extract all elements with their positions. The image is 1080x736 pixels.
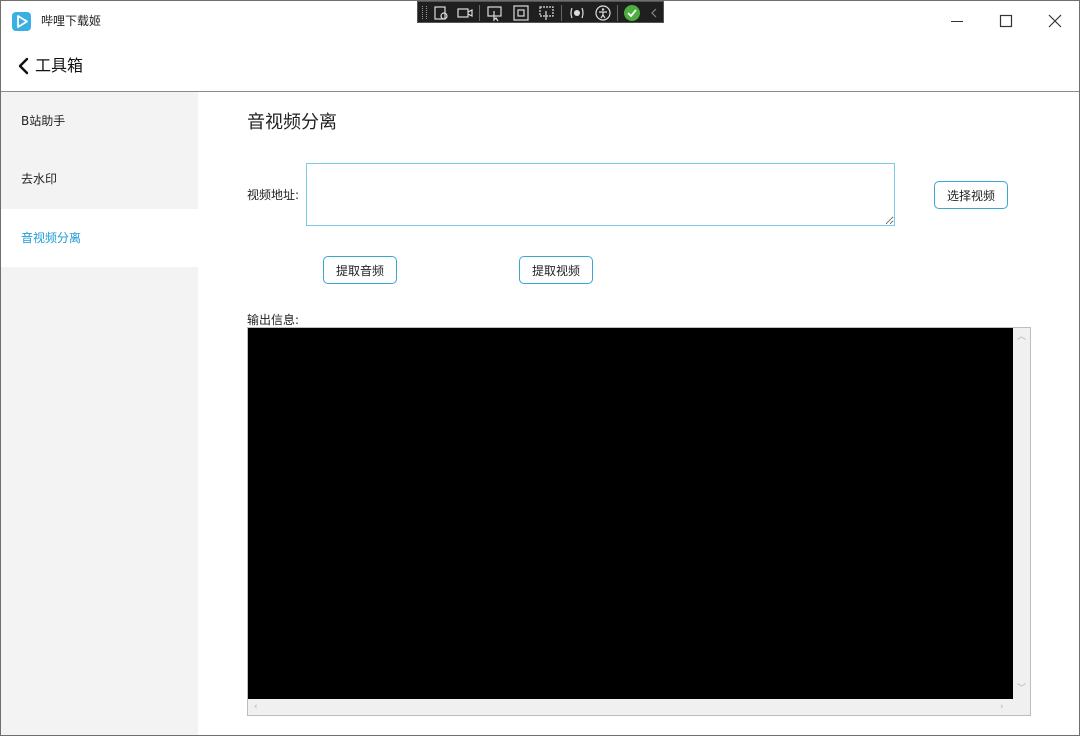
sidebar-item-av-separation[interactable]: 音视频分离 — [1, 209, 198, 267]
minimize-icon — [951, 21, 963, 22]
accessibility-icon[interactable] — [594, 4, 612, 22]
binding-ok-icon[interactable] — [623, 4, 641, 22]
layout-adorner-icon[interactable] — [512, 4, 530, 22]
vertical-scrollbar[interactable]: ︿ ﹀ — [1013, 328, 1030, 699]
sidebar-item-remove-watermark[interactable]: 去水印 — [1, 150, 198, 208]
header-title: 工具箱 — [35, 56, 84, 75]
video-url-label: 视频地址: — [247, 188, 300, 202]
visual-tree-icon[interactable] — [432, 4, 450, 22]
scroll-right-icon[interactable]: › — [1000, 702, 1004, 712]
back-button[interactable] — [15, 56, 33, 76]
scroll-left-icon[interactable]: ‹ — [254, 702, 258, 712]
maximize-button[interactable] — [982, 1, 1030, 41]
scroll-up-icon[interactable]: ︿ — [1017, 332, 1026, 342]
maximize-icon — [999, 14, 1013, 28]
sidebar-item-bilibili-helper[interactable]: B站助手 — [1, 92, 198, 150]
extract-video-button[interactable]: 提取视频 — [519, 256, 593, 284]
track-focus-icon[interactable] — [538, 4, 556, 22]
back-arrow-icon — [18, 57, 29, 75]
close-icon — [1048, 14, 1062, 28]
horizontal-scrollbar[interactable]: ‹ › — [248, 699, 1013, 715]
extract-audio-button[interactable]: 提取音频 — [323, 256, 397, 284]
page-title: 音视频分离 — [247, 112, 337, 133]
app-logo-icon — [12, 12, 31, 31]
close-button[interactable] — [1031, 1, 1079, 41]
output-info-label: 输出信息: — [247, 313, 300, 327]
hot-reload-icon[interactable] — [568, 4, 586, 22]
video-url-input[interactable] — [306, 163, 895, 226]
select-video-button[interactable]: 选择视频 — [934, 181, 1008, 209]
minimize-button[interactable] — [933, 1, 981, 41]
debug-toolbar — [417, 1, 664, 23]
title-bar: 哔哩下载姬 — [1, 1, 1079, 41]
record-icon[interactable] — [456, 4, 474, 22]
sidebar-item-label: 去水印 — [21, 172, 58, 186]
output-text-area[interactable] — [248, 328, 1013, 699]
sidebar: B站助手 去水印 音视频分离 — [1, 92, 198, 735]
app-title: 哔哩下载姬 — [41, 14, 102, 28]
sidebar-item-label: 音视频分离 — [21, 231, 82, 245]
select-element-icon[interactable] — [486, 4, 504, 22]
sidebar-item-label: B站助手 — [21, 114, 66, 128]
scroll-down-icon[interactable]: ﹀ — [1017, 684, 1026, 694]
page-header: 工具箱 — [1, 41, 1079, 92]
app-window: 哔哩下载姬 工具箱 B站助手 去水印 音视频分离 音视频分离 视频地址: 选择视… — [0, 0, 1080, 736]
collapse-toolbar-icon[interactable] — [647, 4, 665, 22]
output-console[interactable]: ︿ ﹀ ‹ › — [247, 327, 1031, 716]
toolbar-grip-icon[interactable] — [422, 6, 427, 19]
